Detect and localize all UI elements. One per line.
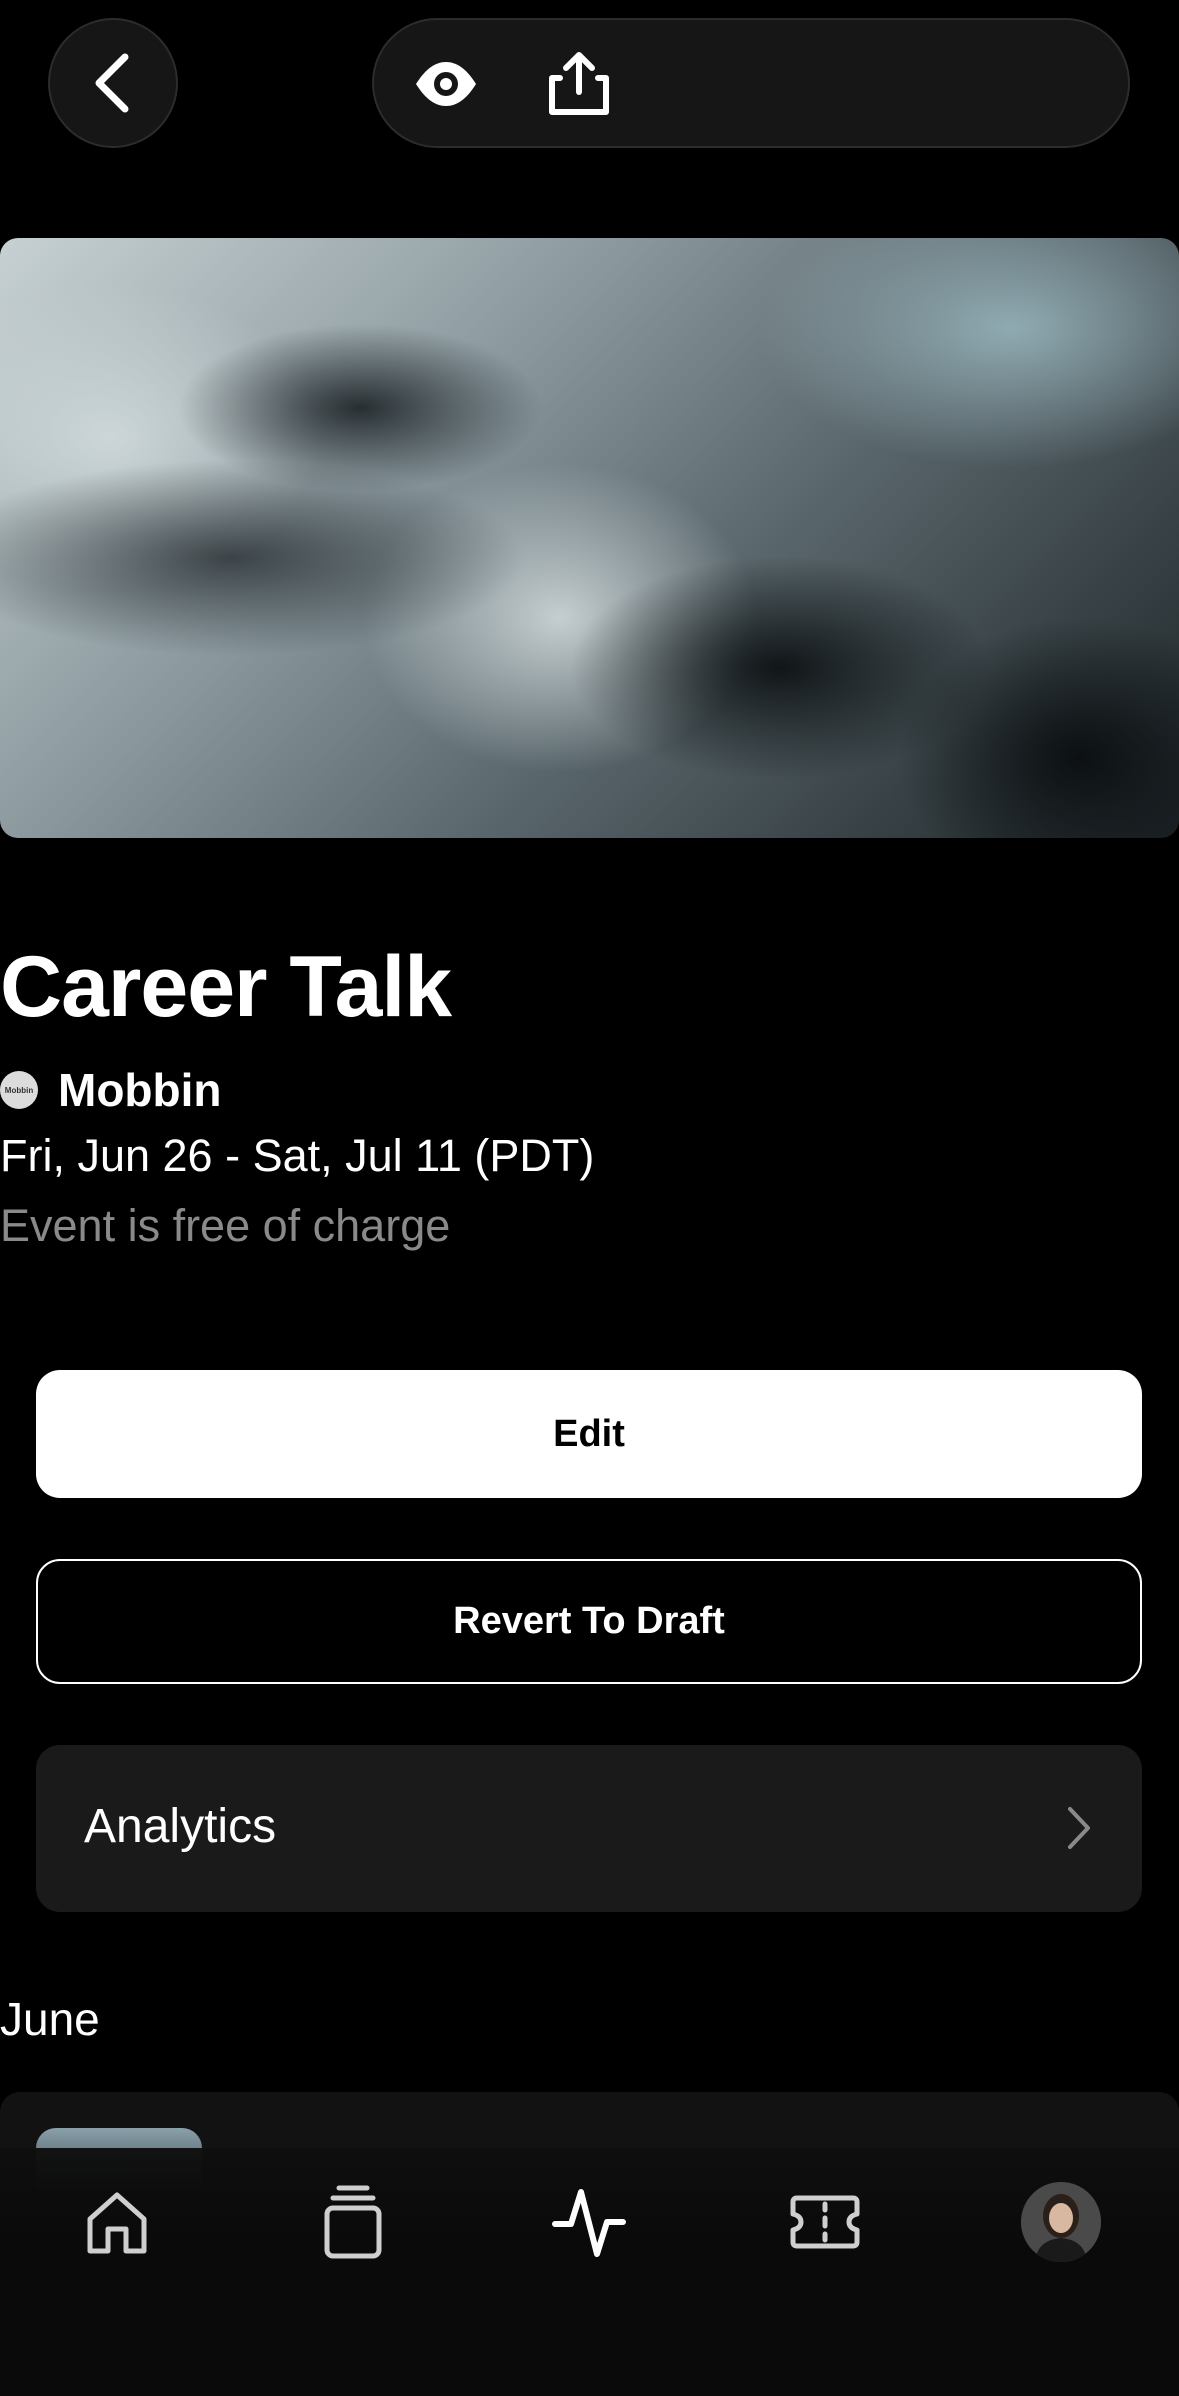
analytics-row[interactable]: Analytics bbox=[36, 1745, 1142, 1912]
back-button[interactable] bbox=[48, 18, 178, 148]
profile-avatar-icon bbox=[1021, 2182, 1101, 2262]
edit-button[interactable]: Edit bbox=[36, 1370, 1142, 1498]
host-avatar-logo: Mobbin bbox=[4, 1085, 34, 1095]
chevron-left-icon bbox=[95, 53, 129, 113]
event-actions-pill bbox=[372, 18, 1130, 148]
analytics-label: Analytics bbox=[84, 1800, 277, 1853]
tab-stack[interactable] bbox=[313, 2182, 393, 2262]
month-section-label: June bbox=[0, 1993, 100, 2045]
home-icon bbox=[87, 2192, 147, 2254]
share-icon[interactable] bbox=[546, 50, 612, 116]
revert-to-draft-button[interactable]: Revert To Draft bbox=[36, 1559, 1142, 1684]
event-title: Career Talk bbox=[0, 939, 452, 1035]
tab-tickets[interactable] bbox=[785, 2182, 865, 2262]
event-price: Event is free of charge bbox=[0, 1200, 451, 1251]
tab-activity[interactable] bbox=[549, 2182, 629, 2262]
tab-home[interactable] bbox=[77, 2182, 157, 2262]
activity-icon bbox=[552, 2189, 626, 2257]
event-cover-image bbox=[0, 238, 1179, 838]
stack-icon bbox=[324, 2185, 382, 2259]
ticket-icon bbox=[790, 2195, 860, 2249]
event-dates: Fri, Jun 26 - Sat, Jul 11 (PDT) bbox=[0, 1130, 595, 1181]
host-row[interactable]: Mobbin Mobbin bbox=[0, 1063, 222, 1117]
chevron-right-icon bbox=[1068, 1807, 1090, 1849]
preview-eye-icon[interactable] bbox=[412, 56, 480, 112]
host-avatar: Mobbin bbox=[0, 1071, 38, 1109]
tab-profile-avatar[interactable] bbox=[1021, 2182, 1101, 2262]
host-name: Mobbin bbox=[58, 1064, 222, 1116]
